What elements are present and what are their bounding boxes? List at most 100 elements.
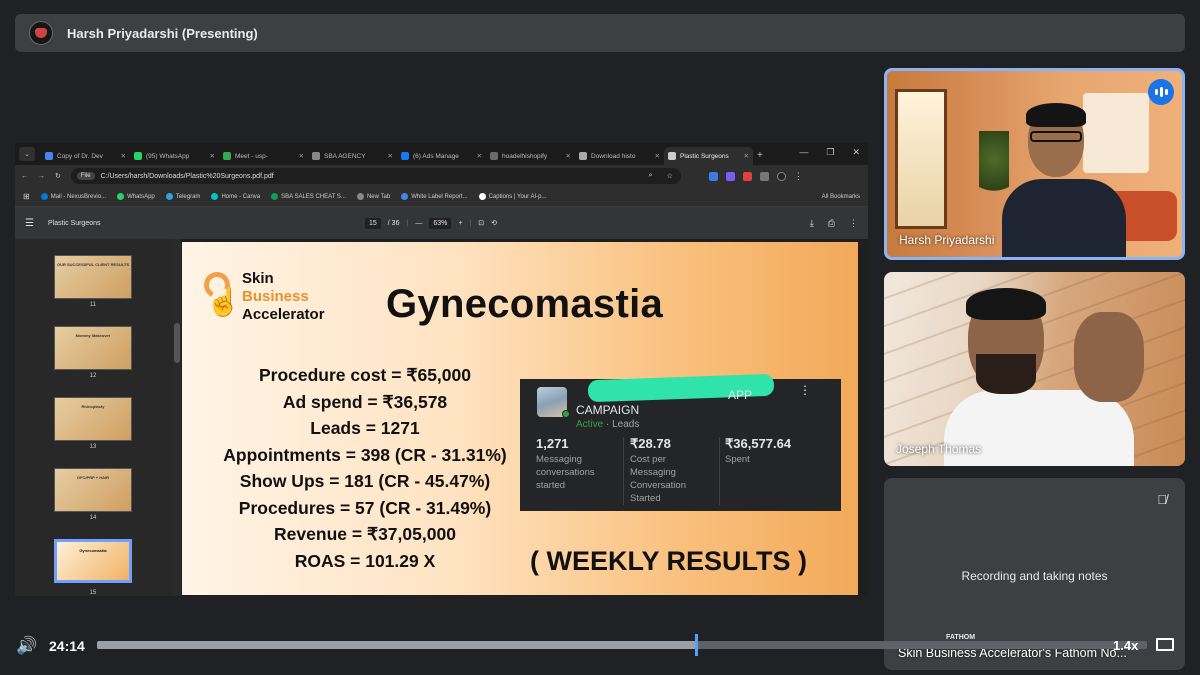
tab-close-icon[interactable]: ✕ (566, 152, 571, 160)
new-tab-button[interactable]: + (757, 150, 763, 161)
apps-grid-icon[interactable]: ⊞ (23, 192, 30, 201)
browser-menu-icon[interactable]: ⋮ (794, 171, 803, 181)
address-bar[interactable]: File C:/Users/harsh/Downloads/Plastic%20… (70, 168, 681, 184)
extension-icon[interactable] (708, 171, 718, 181)
playback-speed[interactable]: 1.4x (1113, 638, 1138, 653)
more-options-icon[interactable]: ⋮ (849, 218, 858, 229)
bookmark-item[interactable]: SBA SALES CHEAT S... (271, 193, 346, 200)
participant-tile-joseph[interactable]: Joseph Thomas (884, 272, 1185, 466)
seek-progress (97, 641, 696, 649)
pdf-thumbnail-sidebar: OUR SUCCESSFUL CLIENT RESULTS 11 Mommy Mak… (15, 239, 173, 596)
tab-favicon-icon (223, 152, 231, 160)
print-icon[interactable]: ⎙ (828, 218, 835, 229)
tab-close-icon[interactable]: ✕ (655, 152, 660, 160)
seek-bar[interactable] (97, 634, 1147, 656)
zoom-icon[interactable]: ⌕ (649, 172, 653, 180)
stat-line: Leads = 1271 (310, 418, 420, 438)
bookmark-favicon-icon (117, 193, 125, 200)
tab-close-icon[interactable]: ✕ (477, 152, 482, 160)
tab-favicon-icon (490, 152, 498, 160)
page-thumbnail[interactable]: OUR SUCCESSFUL CLIENT RESULTS (54, 255, 132, 299)
tab-close-icon[interactable]: ✕ (121, 152, 126, 160)
tab-search-button[interactable]: ⌄ (19, 147, 35, 161)
campaign-name-suffix: APP (728, 388, 753, 402)
close-window-button[interactable]: ✕ (852, 147, 860, 158)
page-thumbnail[interactable]: Mommy Makeover (54, 326, 132, 370)
extensions-puzzle-icon[interactable] (759, 171, 769, 181)
seek-handle[interactable] (694, 634, 698, 656)
zoom-level-input[interactable]: 63% (429, 217, 452, 229)
restore-button[interactable]: ❐ (826, 147, 834, 158)
browser-tab[interactable]: Meet - usp- ✕ (219, 147, 308, 165)
tab-close-icon[interactable]: ✕ (388, 152, 393, 160)
page-number-input[interactable]: 15 (365, 217, 381, 229)
browser-tab[interactable]: Copy of Dr. Dev ✕ (41, 147, 130, 165)
volume-icon[interactable]: 🔊 (16, 636, 37, 656)
bookmark-item[interactable]: New Tab (356, 193, 390, 200)
thumbnail-page-number: 11 (89, 302, 97, 308)
sidebar-menu-icon[interactable]: ☰ (25, 218, 34, 229)
bookmark-item[interactable]: Home - Canva (211, 193, 260, 200)
browser-tab[interactable]: (95) WhatsApp ✕ (130, 147, 219, 165)
bookmark-item[interactable]: Mail - NexusBrevio... (40, 193, 106, 200)
page-thumbnail[interactable]: Rhinoplasty (54, 397, 132, 441)
profile-avatar[interactable] (776, 171, 786, 181)
address-row: ← → ↻ File C:/Users/harsh/Downloads/Plas… (15, 165, 868, 187)
brand-logo: ☝ Skin Business Accelerator (200, 268, 350, 330)
file-badge: File (76, 172, 95, 180)
participant-name: Joseph Thomas (896, 442, 982, 456)
weekly-results-label: ( WEEKLY RESULTS ) (530, 546, 808, 576)
speaking-indicator-icon (1148, 79, 1174, 105)
tab-favicon-icon (312, 152, 320, 160)
campaign-name: CAMPAIGN (576, 403, 640, 417)
tab-label: Download histo (591, 152, 636, 160)
tab-close-icon[interactable]: ✕ (210, 152, 215, 160)
fullscreen-icon[interactable] (1156, 638, 1174, 651)
pointer-hand-icon: ☝ (206, 286, 241, 317)
back-icon[interactable]: ← (21, 173, 28, 180)
bookmark-label: Captions | Your AI-p... (488, 193, 547, 200)
extension-icon[interactable] (725, 171, 735, 181)
bookmark-favicon-icon (401, 193, 409, 200)
tab-favicon-icon (134, 152, 142, 160)
all-bookmarks-link[interactable]: All Bookmarks (822, 194, 860, 200)
browser-tab[interactable]: Download histo ✕ (575, 147, 664, 165)
zoom-out-button[interactable]: — (415, 220, 422, 227)
metric-cost-per-conversation: ₹28.78 Cost per Messaging Conversation St… (630, 436, 686, 504)
bookmark-item[interactable]: WhatsApp (117, 193, 155, 200)
browser-tab[interactable]: hoadelhishopify ✕ (486, 147, 575, 165)
bookmark-item[interactable]: Captions | Your AI-p... (478, 193, 547, 200)
page-thumbnail[interactable]: GFC/PRP + HAIR (54, 468, 132, 512)
download-icon[interactable]: ⤓ (810, 218, 814, 229)
status-active: Active (576, 419, 604, 430)
bookmark-item[interactable]: White Label Report... (401, 193, 468, 200)
minimize-button[interactable]: — (799, 147, 808, 158)
page-thumbnail[interactable]: Gynecomastia (54, 539, 132, 583)
rotate-icon[interactable]: ⟲ (491, 219, 497, 227)
bookmark-star-icon[interactable]: ☆ (667, 172, 673, 180)
thumbnail-title: OUR SUCCESSFUL CLIENT RESULTS (56, 262, 130, 267)
stat-line: Procedures = 57 (CR - 31.49%) (238, 497, 492, 518)
reload-icon[interactable]: ↻ (55, 172, 61, 180)
bookmarks-bar: ⊞ Mail - NexusBrevio... WhatsApp Telegram H… (15, 187, 868, 207)
tab-close-icon[interactable]: ✕ (744, 152, 749, 160)
zoom-in-button[interactable]: + (458, 220, 462, 227)
extension-icon[interactable] (742, 171, 752, 181)
logo-line-1: Skin (242, 270, 274, 287)
browser-tab[interactable]: SBA AGENCY ✕ (308, 147, 397, 165)
tab-label: (6) Ads Manage (413, 152, 459, 160)
tab-favicon-icon (668, 152, 676, 160)
participant-video (924, 272, 1164, 466)
window-controls: — ❐ ✕ (799, 147, 860, 158)
forward-icon[interactable]: → (38, 173, 45, 180)
browser-tab[interactable]: (6) Ads Manage ✕ (397, 147, 486, 165)
thumbnail-scrollbar[interactable] (173, 239, 181, 596)
participant-tile-harsh[interactable]: Harsh Priyadarshi (884, 68, 1185, 260)
tab-close-icon[interactable]: ✕ (299, 152, 304, 160)
thumbnail-title: Gynecomastia (79, 548, 107, 553)
stat-line: Revenue = ₹37,05,000 (274, 524, 456, 544)
bookmark-item[interactable]: Telegram (165, 193, 200, 200)
logo-line-2: Business (242, 288, 309, 305)
fit-page-icon[interactable]: ⊡ (478, 219, 484, 227)
browser-tab[interactable]: Plastic Surgeons ✕ (664, 147, 753, 165)
